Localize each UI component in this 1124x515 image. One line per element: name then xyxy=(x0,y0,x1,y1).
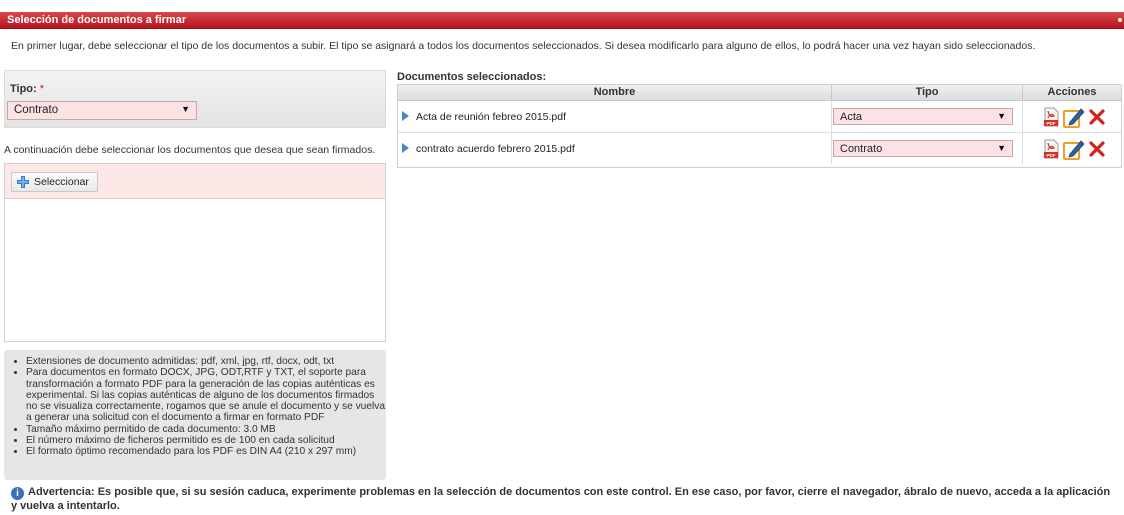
edit-sign-icon[interactable] xyxy=(1063,139,1085,160)
upload-area: Seleccionar xyxy=(4,163,386,342)
note-item: Extensiones de documento admitidas: pdf,… xyxy=(26,356,386,367)
delete-icon[interactable] xyxy=(1089,109,1105,125)
note-item: El formato óptimo recomendado para los P… xyxy=(26,446,386,457)
pdf-icon[interactable]: PDF xyxy=(1043,139,1060,159)
row-tipo-select[interactable]: Acta ▼ xyxy=(833,108,1013,125)
table-row: Acta de reunión febreo 2015.pdf Acta ▼ P… xyxy=(398,101,1121,133)
edit-sign-icon[interactable] xyxy=(1063,107,1085,128)
document-name: contrato acuerdo febrero 2015.pdf xyxy=(416,143,575,155)
column-header-acciones: Acciones xyxy=(1023,85,1121,101)
column-header-nombre[interactable]: Nombre xyxy=(398,85,832,101)
plus-icon xyxy=(17,176,29,188)
column-header-tipo[interactable]: Tipo xyxy=(832,85,1023,101)
panel-title: Selección de documentos a firmar xyxy=(7,14,187,26)
upload-header: Seleccionar xyxy=(5,164,385,199)
panel-title-bar: Selección de documentos a firmar xyxy=(0,12,1124,29)
tipo-select-value: Contrato xyxy=(14,104,59,116)
document-name: Acta de reunión febreo 2015.pdf xyxy=(416,111,567,123)
select-files-label: Seleccionar xyxy=(34,176,89,188)
intro-text: En primer lugar, debe seleccionar el tip… xyxy=(11,40,1036,52)
info-icon: i xyxy=(11,487,24,500)
row-tipo-value: Contrato xyxy=(840,143,883,155)
selected-documents-label: Documentos seleccionados: xyxy=(397,71,547,83)
dropdown-arrow-icon: ▼ xyxy=(181,104,190,114)
collapse-dot-icon[interactable] xyxy=(1118,18,1122,22)
dropdown-arrow-icon: ▼ xyxy=(997,143,1006,153)
select-files-button[interactable]: Seleccionar xyxy=(11,172,98,192)
note-item: Tamaño máximo permitido de cada document… xyxy=(26,424,386,435)
note-item: El número máximo de ficheros permitido e… xyxy=(26,435,386,446)
pdf-icon[interactable]: PDF xyxy=(1043,107,1060,127)
svg-text:PDF: PDF xyxy=(1047,153,1056,158)
expand-arrow-icon[interactable] xyxy=(402,111,409,121)
required-mark: * xyxy=(39,83,45,95)
expand-arrow-icon[interactable] xyxy=(402,143,409,153)
select-instructions: A continuación debe seleccionar los docu… xyxy=(4,144,376,156)
tipo-label: Tipo: * xyxy=(10,83,45,95)
warning-text: Advertencia: Es posible que, si su sesió… xyxy=(11,486,1111,512)
note-item: Para documentos en formato DOCX, JPG, OD… xyxy=(26,367,386,423)
delete-icon[interactable] xyxy=(1089,141,1105,157)
table-row: contrato acuerdo febrero 2015.pdf Contra… xyxy=(398,133,1121,164)
svg-text:PDF: PDF xyxy=(1047,121,1056,126)
dropdown-arrow-icon: ▼ xyxy=(997,111,1006,121)
tipo-select[interactable]: Contrato ▼ xyxy=(7,101,197,120)
row-tipo-select[interactable]: Contrato ▼ xyxy=(833,140,1013,157)
documents-table: Nombre Tipo Acciones Acta de reunión feb… xyxy=(397,84,1122,168)
upload-notes: Extensiones de documento admitidas: pdf,… xyxy=(4,350,386,480)
row-actions: PDF xyxy=(1041,107,1111,128)
row-tipo-value: Acta xyxy=(840,111,863,123)
row-actions: PDF xyxy=(1041,139,1111,160)
tipo-panel: Tipo: * Contrato ▼ xyxy=(4,70,386,128)
session-warning: i Advertencia: Es posible que, si su sesi… xyxy=(11,486,1116,512)
